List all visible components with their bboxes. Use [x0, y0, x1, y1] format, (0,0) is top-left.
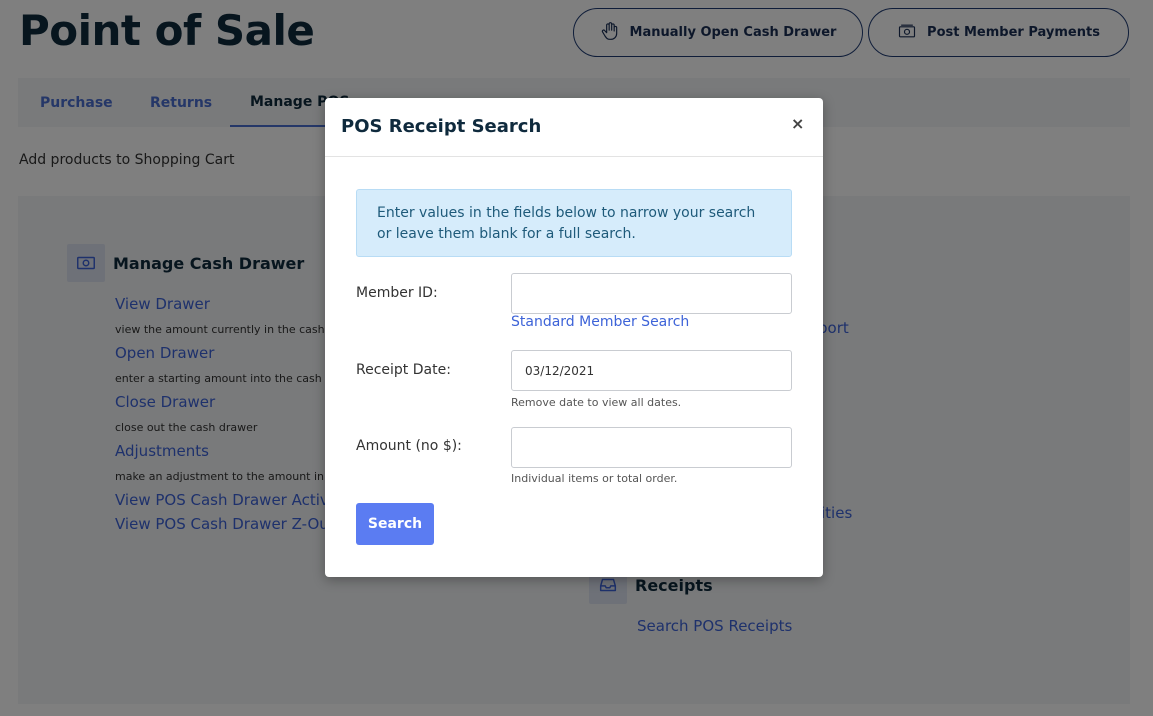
search-button[interactable]: Search — [356, 503, 434, 545]
amount-hint: Individual items or total order. — [511, 472, 678, 485]
standard-member-search-link[interactable]: Standard Member Search — [511, 314, 689, 330]
receipt-date-field[interactable] — [511, 350, 792, 391]
member-id-label: Member ID: — [356, 285, 438, 301]
amount-label: Amount (no $): — [356, 438, 462, 454]
pos-receipt-search-modal: POS Receipt Search × Enter values in the… — [325, 98, 823, 577]
amount-field[interactable] — [511, 427, 792, 468]
close-icon[interactable]: × — [791, 114, 804, 133]
modal-header: POS Receipt Search × — [325, 98, 823, 157]
modal-title: POS Receipt Search — [341, 116, 542, 137]
member-id-field[interactable] — [511, 273, 792, 314]
receipt-date-hint: Remove date to view all dates. — [511, 396, 682, 409]
receipt-date-label: Receipt Date: — [356, 362, 451, 378]
info-alert: Enter values in the fields below to narr… — [356, 189, 792, 257]
